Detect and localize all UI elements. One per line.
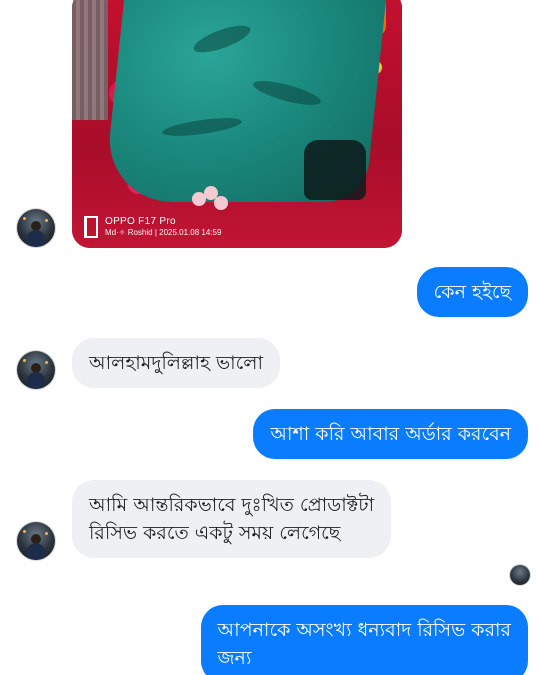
camera-brand-icon [84, 216, 98, 238]
contact-avatar[interactable] [17, 522, 55, 560]
message-bubble-outgoing[interactable]: আশা করি আবার অর্ডার করবেন [253, 409, 528, 459]
photo-watermark: OPPO F17 Pro Md·✧ Roshid | 2025.01.08 14… [84, 216, 221, 238]
message-bubble-outgoing[interactable]: কেন হইছে [416, 267, 528, 317]
contact-avatar[interactable] [17, 351, 55, 389]
photo-wall [72, 0, 108, 120]
photo-message[interactable]: OPPO F17 Pro Md·✧ Roshid | 2025.01.08 14… [72, 0, 402, 248]
watermark-meta: Md·✧ Roshid | 2025.01.08 14:59 [105, 228, 222, 238]
avatar-detail [27, 230, 45, 247]
avatar-detail [45, 219, 48, 222]
photo-shadow [304, 140, 366, 200]
avatar-detail [45, 532, 48, 535]
chat-thread: OPPO F17 Pro Md·✧ Roshid | 2025.01.08 14… [0, 0, 540, 675]
message-bubble-incoming[interactable]: আলহামদুলিল্লাহ ভালো [72, 338, 280, 388]
avatar-detail [27, 372, 45, 389]
watermark-model: OPPO F17 Pro [105, 216, 176, 228]
contact-avatar[interactable] [17, 209, 55, 247]
seen-avatar-indicator [510, 565, 530, 585]
avatar-detail [45, 361, 48, 364]
avatar-detail [27, 543, 45, 560]
message-bubble-outgoing[interactable]: আপনাকে অসংখ্য ধন্যবাদ রিসিভ করার জন্য [200, 605, 528, 675]
message-bubble-incoming[interactable]: আমি আন্তরিকভাবে দুঃখিত প্রোডাক্টটা রিসিভ… [72, 480, 392, 558]
avatar-detail [23, 359, 26, 362]
avatar-detail [23, 530, 26, 533]
avatar-detail [23, 217, 26, 220]
photo-flower-pattern [192, 186, 232, 216]
